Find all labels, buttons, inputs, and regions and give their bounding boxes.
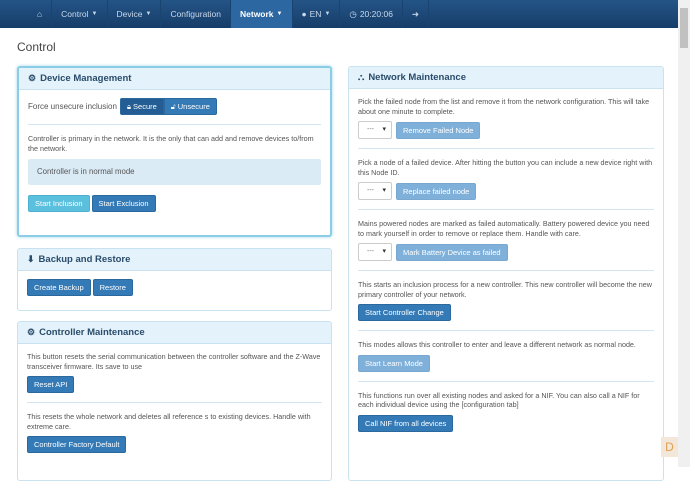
mark-node-select[interactable]: ---: [358, 243, 392, 261]
remove-node-select[interactable]: ---: [358, 121, 392, 139]
controller-info: Controller is primary in the network. It…: [28, 134, 314, 153]
controller-change-text: This starts an inclusion process for a n…: [358, 280, 652, 299]
replace-failed-node-button[interactable]: Replace failed node: [396, 182, 477, 200]
nav-network[interactable]: Network ▼: [231, 0, 293, 28]
reset-api-button[interactable]: Reset API: [27, 376, 75, 393]
caret-down-icon: ▼: [91, 11, 98, 17]
lock-icon: 🔒︎: [126, 102, 131, 111]
start-inclusion-button[interactable]: Start Inclusion: [28, 194, 90, 212]
mark-battery-text: Mains powered nodes are marked as failed…: [358, 219, 650, 238]
replace-node-select[interactable]: ---: [358, 182, 392, 200]
caret-down-icon: ▼: [276, 11, 283, 17]
remove-failed-node-button[interactable]: Remove Failed Node: [396, 121, 481, 139]
page-title: Control: [17, 40, 56, 54]
secure-button[interactable]: 🔒︎ Secure: [119, 98, 164, 115]
extension-badge-icon[interactable]: D: [661, 437, 678, 457]
factory-default-text: This resets the whole network and delete…: [27, 412, 311, 431]
create-backup-button[interactable]: Create Backup: [27, 279, 91, 296]
top-navbar: ⌂ Control ▼ Device ▼ Configuration Network…: [0, 0, 678, 28]
reset-api-text: This button resets the serial communicat…: [27, 352, 321, 371]
start-controller-change-button[interactable]: Start Controller Change: [358, 304, 451, 321]
nav-language[interactable]: ● EN ▼: [293, 0, 341, 28]
nav-label: Network: [240, 9, 274, 19]
nav-label: EN: [309, 9, 322, 19]
download-icon: ⬇: [27, 254, 35, 264]
network-maintenance-panel: ⛬ Network Maintenance Pick the failed nod…: [348, 66, 664, 481]
panel-title: Network Maintenance: [368, 72, 466, 83]
status-alert: Controller is in normal mode: [28, 159, 321, 185]
nav-clock: ◷ 20:20:06: [340, 0, 403, 28]
remove-failed-text: Pick the failed node from the list and r…: [358, 97, 650, 116]
backup-restore-panel: ⬇ Backup and Restore Create Backup Restor…: [17, 248, 332, 311]
nav-label: Control: [61, 9, 89, 19]
sitemap-icon: ⛬: [358, 72, 365, 82]
globe-icon: ●: [301, 9, 307, 19]
scrollbar-thumb[interactable]: [680, 8, 688, 48]
logout-icon[interactable]: ➜: [403, 0, 430, 28]
unlock-icon: 🔓︎: [170, 102, 176, 111]
caret-down-icon: ▼: [324, 11, 331, 17]
factory-default-button[interactable]: Controller Factory Default: [27, 436, 127, 453]
button-label: Secure: [133, 102, 157, 111]
scrollbar[interactable]: [678, 0, 690, 467]
gear-icon: ⚙: [27, 327, 36, 337]
nav-control[interactable]: Control ▼: [52, 0, 108, 28]
replace-failed-text: Pick a node of a failed device. After hi…: [358, 158, 653, 177]
clock-icon: ◷: [349, 8, 357, 19]
nav-device[interactable]: Device ▼: [108, 0, 162, 28]
start-learn-mode-button[interactable]: Start Learn Mode: [358, 354, 430, 372]
caret-down-icon: ▼: [145, 11, 152, 17]
button-label: Unsecure: [177, 102, 210, 111]
call-nif-text: This functions run over all existing nod…: [358, 390, 640, 410]
learn-mode-text: This modes allows this controller to ent…: [358, 340, 636, 349]
start-exclusion-button[interactable]: Start Exclusion: [91, 194, 156, 212]
panel-title: Controller Maintenance: [39, 327, 145, 338]
call-nif-button[interactable]: Call NIF from all devices: [358, 414, 454, 432]
clock-time: 20:20:06: [359, 9, 393, 19]
force-unsecure-label: Force unsecure inclusion: [28, 101, 117, 111]
controller-maintenance-panel: ⚙ Controller Maintenance This button rese…: [17, 321, 332, 481]
device-management-panel: ⚙ Device Management Force unsecure inclus…: [17, 66, 332, 237]
nav-configuration[interactable]: Configuration: [161, 0, 231, 28]
cogs-icon: ⚙: [28, 73, 37, 83]
restore-button[interactable]: Restore: [92, 279, 133, 296]
panel-title: Device Management: [40, 73, 132, 84]
nav-label: Device: [116, 9, 143, 19]
mark-battery-failed-button[interactable]: Mark Battery Device as failed: [396, 243, 508, 261]
unsecure-button[interactable]: 🔓︎ Unsecure: [163, 98, 217, 115]
home-icon[interactable]: ⌂: [28, 0, 53, 28]
nav-label: Configuration: [170, 9, 221, 19]
panel-title: Backup and Restore: [38, 254, 131, 265]
